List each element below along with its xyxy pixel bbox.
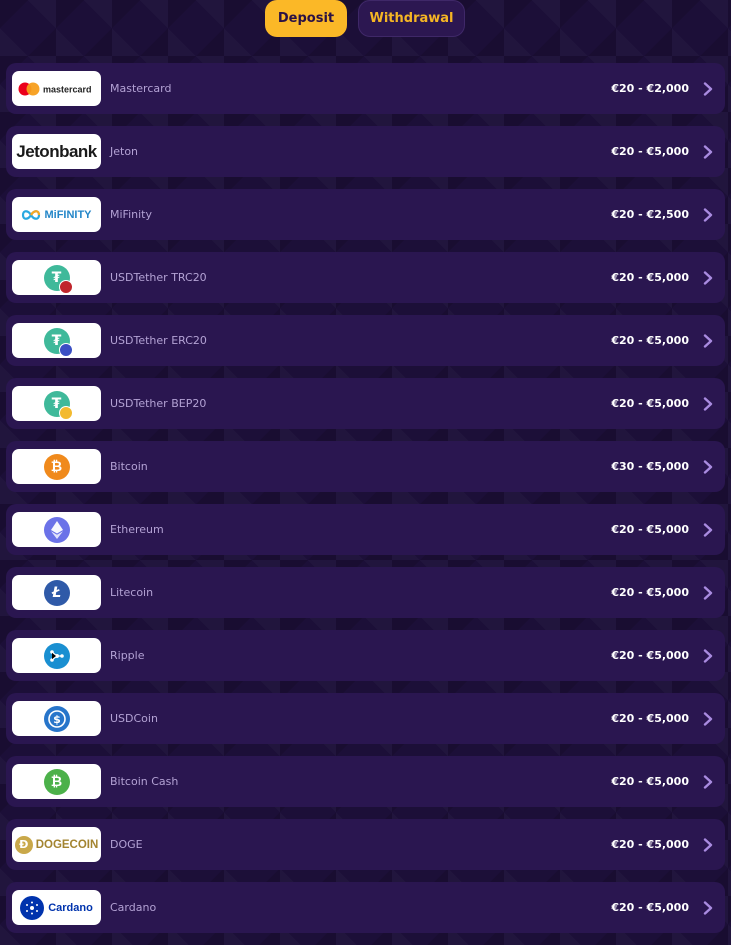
method-name: DOGE	[110, 838, 143, 851]
method-name: Litecoin	[110, 586, 154, 599]
method-name: Cardano	[110, 901, 157, 914]
method-range: €20 - €5,000	[611, 712, 689, 725]
method-name: USDCoin	[110, 712, 158, 725]
payment-method-jeton[interactable]: Jetonbank Jeton €20 - €5,000	[6, 126, 725, 177]
chevron-right-icon	[701, 711, 715, 727]
chevron-right-icon	[701, 207, 715, 223]
jetonbank-logo-text: Jetonbank	[16, 141, 97, 161]
bitcoin-icon: ₿	[12, 449, 101, 484]
method-name: Ripple	[110, 649, 145, 662]
payment-method-usdt-erc20[interactable]: ₮ USDTether ERC20 €20 - €5,000	[6, 315, 725, 366]
mastercard-logo-text: mastercard	[43, 84, 92, 94]
payment-method-cardano[interactable]: Cardano Cardano €20 - €5,000	[6, 882, 725, 933]
jetonbank-logo-icon: Jetonbank	[12, 134, 101, 169]
chevron-right-icon	[701, 648, 715, 664]
payment-method-ripple[interactable]: Ripple €20 - €5,000	[6, 630, 725, 681]
method-name: Mastercard	[110, 82, 172, 95]
chevron-right-icon	[701, 459, 715, 475]
chevron-right-icon	[701, 900, 715, 916]
tab-deposit[interactable]: Deposit	[265, 0, 347, 37]
bitcoin-cash-icon: ₿	[12, 764, 101, 799]
tab-withdrawal[interactable]: Withdrawal	[358, 0, 465, 37]
dogecoin-logo-text: DOGECOIN	[35, 838, 99, 851]
cardano-icon: Cardano	[12, 890, 101, 925]
method-range: €20 - €2,000	[611, 82, 689, 95]
litecoin-icon: Ł	[12, 575, 101, 610]
ethereum-icon	[12, 512, 101, 547]
chevron-right-icon	[701, 144, 715, 160]
chevron-right-icon	[701, 585, 715, 601]
ripple-icon	[12, 638, 101, 673]
method-range: €20 - €5,000	[611, 145, 689, 158]
mifinity-logo-text: MiFINITY	[44, 208, 92, 221]
tether-trc20-icon: ₮	[12, 260, 101, 295]
payment-method-litecoin[interactable]: Ł Litecoin €20 - €5,000	[6, 567, 725, 618]
dogecoin-icon: Ð DOGECOIN	[12, 827, 101, 862]
mifinity-logo-icon: MiFINITY	[12, 197, 101, 232]
chevron-right-icon	[701, 333, 715, 349]
chevron-right-icon	[701, 522, 715, 538]
chevron-right-icon	[701, 396, 715, 412]
method-range: €20 - €5,000	[611, 838, 689, 851]
payment-method-mifinity[interactable]: MiFINITY MiFinity €20 - €2,500	[6, 189, 725, 240]
payment-method-bitcoin-cash[interactable]: ₿ Bitcoin Cash €20 - €5,000	[6, 756, 725, 807]
tether-erc20-icon: ₮	[12, 323, 101, 358]
method-range: €20 - €5,000	[611, 397, 689, 410]
method-name: Ethereum	[110, 523, 164, 536]
svg-text:$: $	[53, 713, 61, 726]
tether-bep20-icon: ₮	[12, 386, 101, 421]
chevron-right-icon	[701, 837, 715, 853]
method-range: €20 - €5,000	[611, 271, 689, 284]
method-range: €20 - €5,000	[611, 775, 689, 788]
method-range: €20 - €5,000	[611, 649, 689, 662]
method-name: Jeton	[110, 145, 139, 158]
method-name: Bitcoin	[110, 460, 148, 473]
method-name: USDTether ERC20	[110, 334, 207, 347]
method-range: €20 - €5,000	[611, 901, 689, 914]
method-range: €20 - €5,000	[611, 586, 689, 599]
usdcoin-icon: $	[12, 701, 101, 736]
method-name: USDTether BEP20	[110, 397, 207, 410]
method-range: €30 - €5,000	[611, 460, 689, 473]
method-name: MiFinity	[110, 208, 152, 221]
chevron-right-icon	[701, 81, 715, 97]
cardano-logo-text: Cardano	[48, 901, 93, 914]
method-name: Bitcoin Cash	[110, 775, 179, 788]
payment-method-bitcoin[interactable]: ₿ Bitcoin €30 - €5,000	[6, 441, 725, 492]
payment-methods-list: mastercard Mastercard €20 - €2,000 Jeton…	[6, 63, 725, 945]
chevron-right-icon	[701, 774, 715, 790]
method-name: USDTether TRC20	[110, 271, 207, 284]
payment-method-usdt-trc20[interactable]: ₮ USDTether TRC20 €20 - €5,000	[6, 252, 725, 303]
payment-tabs: Deposit Withdrawal	[0, 0, 731, 38]
payment-method-mastercard[interactable]: mastercard Mastercard €20 - €2,000	[6, 63, 725, 114]
method-range: €20 - €5,000	[611, 334, 689, 347]
payment-method-doge[interactable]: Ð DOGECOIN DOGE €20 - €5,000	[6, 819, 725, 870]
chevron-right-icon	[701, 270, 715, 286]
method-range: €20 - €2,500	[611, 208, 689, 221]
method-range: €20 - €5,000	[611, 523, 689, 536]
mastercard-logo-icon: mastercard	[12, 71, 101, 106]
payment-method-usdcoin[interactable]: $ USDCoin €20 - €5,000	[6, 693, 725, 744]
payment-method-usdt-bep20[interactable]: ₮ USDTether BEP20 €20 - €5,000	[6, 378, 725, 429]
payment-method-ethereum[interactable]: Ethereum €20 - €5,000	[6, 504, 725, 555]
